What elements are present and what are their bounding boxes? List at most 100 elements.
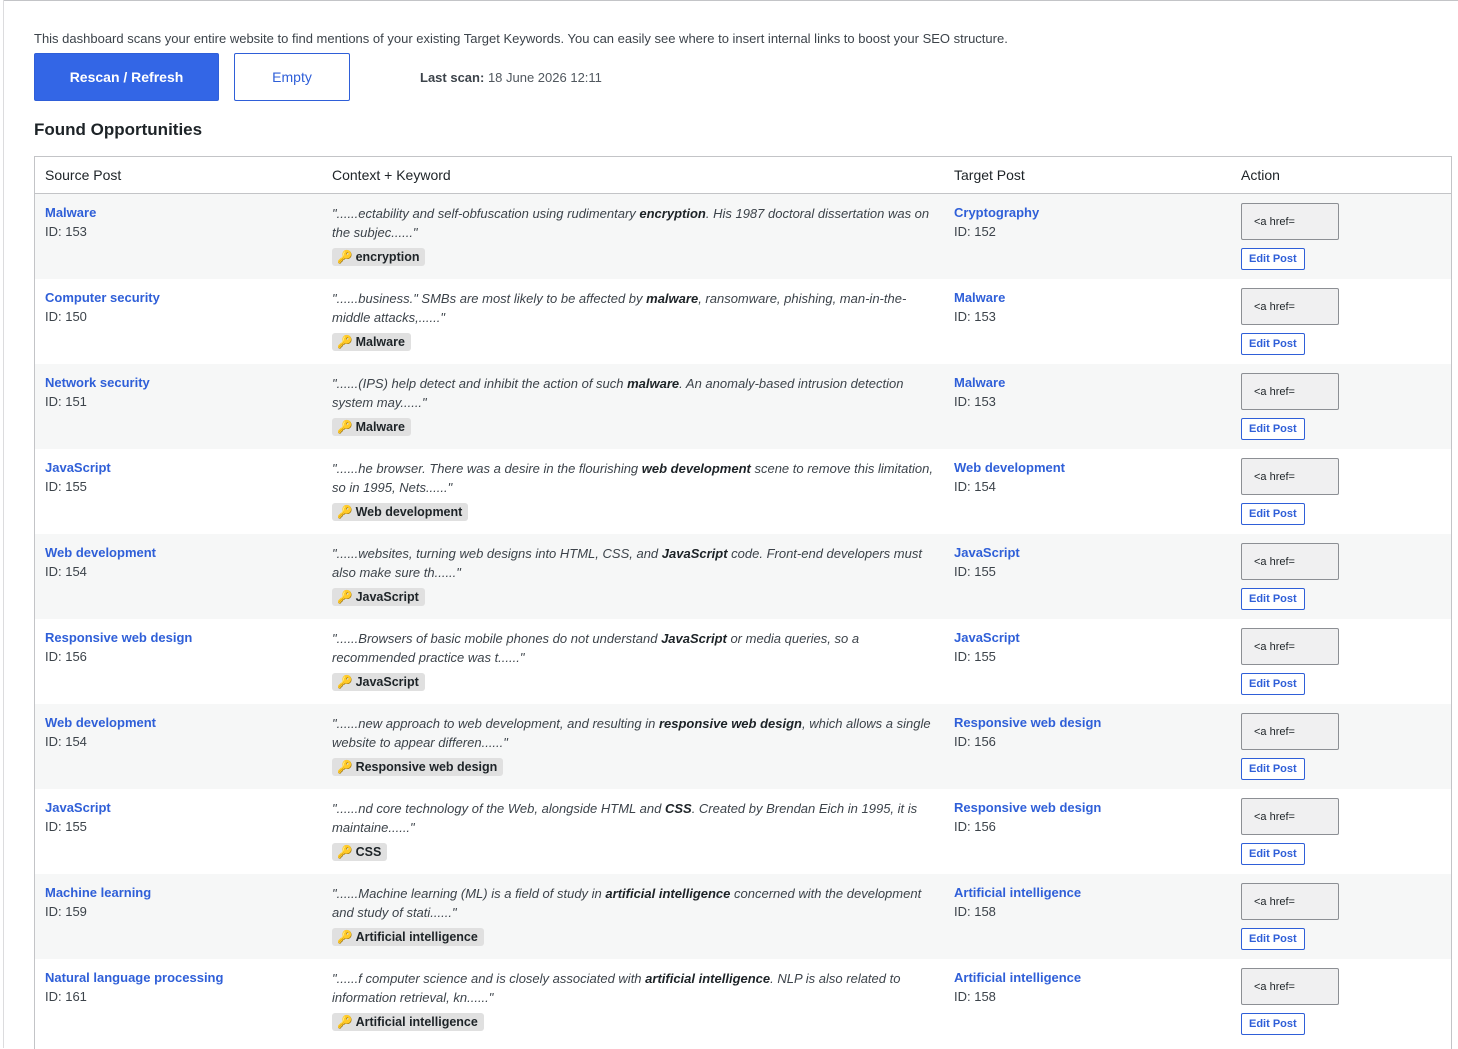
link-code-field[interactable]: <a href= xyxy=(1241,968,1339,1005)
context-before: "......websites, turning web designs int… xyxy=(332,546,662,561)
edit-post-button[interactable]: Edit Post xyxy=(1241,333,1305,355)
header-target-post: Target Post xyxy=(944,157,1231,194)
target-post-id: ID: 156 xyxy=(954,734,996,749)
context-keyword-cell: "......(IPS) help detect and inhibit the… xyxy=(322,364,944,449)
keyword-badge-label: CSS xyxy=(355,845,382,859)
link-code-field[interactable]: <a href= xyxy=(1241,883,1339,920)
target-post-cell: Responsive web design ID: 156 xyxy=(944,789,1231,874)
target-post-link[interactable]: Artificial intelligence xyxy=(954,884,1221,902)
link-code-field[interactable]: <a href= xyxy=(1241,203,1339,240)
context-keyword: malware xyxy=(627,376,680,391)
source-post-link[interactable]: Web development xyxy=(45,544,312,562)
context-keyword-cell: "......f computer science and is closely… xyxy=(322,959,944,1044)
context-snippet: "......business." SMBs are most likely t… xyxy=(332,289,934,327)
keyword-badge-label: Artificial intelligence xyxy=(355,930,478,944)
context-keyword-cell: "......Browsers of basic mobile phones d… xyxy=(322,619,944,704)
context-snippet: "......(IPS) help detect and inhibit the… xyxy=(332,374,934,412)
source-post-link[interactable]: Responsive web design xyxy=(45,629,312,647)
section-title: Found Opportunities xyxy=(34,120,203,139)
target-post-link[interactable]: Web development xyxy=(954,459,1221,477)
source-post-link[interactable]: JavaScript xyxy=(45,459,312,477)
action-cell: <a href= Edit Post xyxy=(1231,704,1451,789)
source-post-id: ID: 161 xyxy=(45,989,87,1004)
keyword-badge-label: Responsive web design xyxy=(355,760,498,774)
edit-post-button[interactable]: Edit Post xyxy=(1241,418,1305,440)
action-cell: <a href= Edit Post xyxy=(1231,874,1451,959)
context-before: "......he browser. There was a desire in… xyxy=(332,461,642,476)
table-row: Machine learning ID: 159 "......Machine le… xyxy=(35,874,1451,959)
target-post-id: ID: 155 xyxy=(954,649,996,664)
link-code-field[interactable]: <a href= xyxy=(1241,798,1339,835)
keyword-badge: 🔑 Artificial intelligence xyxy=(332,1013,484,1031)
source-post-id: ID: 150 xyxy=(45,309,87,324)
edit-post-button[interactable]: Edit Post xyxy=(1241,1013,1305,1035)
keyword-badge-label: Web development xyxy=(355,505,463,519)
edit-post-button[interactable]: Edit Post xyxy=(1241,248,1305,270)
table-row: Responsive web design ID: 156 "......Brows… xyxy=(35,619,1451,704)
keyword-badge: 🔑 Malware xyxy=(332,333,411,351)
context-keyword-cell: "......he browser. There was a desire in… xyxy=(322,449,944,534)
source-post-link[interactable]: Network security xyxy=(45,374,312,392)
edit-post-button[interactable]: Edit Post xyxy=(1241,503,1305,525)
header-action: Action xyxy=(1231,157,1451,194)
source-post-link[interactable]: Web development xyxy=(45,714,312,732)
target-post-link[interactable]: JavaScript xyxy=(954,544,1221,562)
link-code-field[interactable]: <a href= xyxy=(1241,458,1339,495)
context-before: "......(IPS) help detect and inhibit the… xyxy=(332,376,628,391)
edit-post-button[interactable]: Edit Post xyxy=(1241,673,1305,695)
page-left-border xyxy=(3,0,4,1048)
edit-post-button[interactable]: Edit Post xyxy=(1241,928,1305,950)
keyword-badge-label: Malware xyxy=(355,420,405,434)
context-keyword-cell: "......business." SMBs are most likely t… xyxy=(322,279,944,364)
source-post-link[interactable]: Natural language processing xyxy=(45,969,312,987)
key-icon: 🔑 xyxy=(337,675,353,689)
link-code-field[interactable]: <a href= xyxy=(1241,373,1339,410)
edit-post-button[interactable]: Edit Post xyxy=(1241,758,1305,780)
context-keyword-cell: "......ectability and self-obfuscation u… xyxy=(322,194,944,280)
context-keyword: CSS xyxy=(664,801,692,816)
edit-post-button[interactable]: Edit Post xyxy=(1241,588,1305,610)
key-icon: 🔑 xyxy=(337,1015,353,1029)
target-post-link[interactable]: Artificial intelligence xyxy=(954,969,1221,987)
source-post-cell: Malware ID: 153 xyxy=(35,194,322,280)
target-post-id: ID: 158 xyxy=(954,904,996,919)
target-post-link[interactable]: Malware xyxy=(954,374,1221,392)
header-context-keyword: Context + Keyword xyxy=(322,157,944,194)
source-post-link[interactable]: JavaScript xyxy=(45,799,312,817)
source-post-link[interactable]: Machine learning xyxy=(45,884,312,902)
edit-post-button[interactable]: Edit Post xyxy=(1241,843,1305,865)
link-code-field[interactable]: <a href= xyxy=(1241,288,1339,325)
target-post-id: ID: 152 xyxy=(954,224,996,239)
target-post-id: ID: 153 xyxy=(954,394,996,409)
action-cell: <a href= Edit Post xyxy=(1231,449,1451,534)
target-post-link[interactable]: JavaScript xyxy=(954,629,1221,647)
target-post-link[interactable]: Responsive web design xyxy=(954,799,1221,817)
last-scan-value: 18 June 2026 12:11 xyxy=(487,70,602,85)
target-post-link[interactable]: Responsive web design xyxy=(954,714,1221,732)
link-code-field[interactable]: <a href= xyxy=(1241,628,1339,665)
key-icon: 🔑 xyxy=(337,335,353,349)
context-before: "......nd core technology of the Web, al… xyxy=(332,801,665,816)
source-post-cell: Web development ID: 154 xyxy=(35,704,322,789)
link-code-field[interactable]: <a href= xyxy=(1241,543,1339,580)
context-before: "......Machine learning (ML) is a field … xyxy=(332,886,606,901)
action-cell: <a href= Edit Post xyxy=(1231,789,1451,874)
source-post-cell: JavaScript ID: 155 xyxy=(35,449,322,534)
source-post-link[interactable]: Malware xyxy=(45,204,312,222)
link-code-field[interactable]: <a href= xyxy=(1241,713,1339,750)
target-post-link[interactable]: Cryptography xyxy=(954,204,1221,222)
target-post-cell: JavaScript ID: 155 xyxy=(944,534,1231,619)
source-post-link[interactable]: Computer security xyxy=(45,289,312,307)
source-post-cell: Network security ID: 151 xyxy=(35,364,322,449)
source-post-cell: JavaScript ID: 155 xyxy=(35,789,322,874)
context-keyword: responsive web design xyxy=(658,716,802,731)
table-row: JavaScript ID: 155 "......nd core technolo… xyxy=(35,789,1451,874)
empty-button[interactable]: Empty xyxy=(234,53,350,101)
target-post-link[interactable]: Malware xyxy=(954,289,1221,307)
keyword-badge: 🔑 JavaScript xyxy=(332,588,425,606)
target-post-cell: Malware ID: 153 xyxy=(944,279,1231,364)
header-source-post: Source Post xyxy=(35,157,322,194)
target-post-cell: Malware ID: 153 xyxy=(944,364,1231,449)
target-post-cell: JavaScript ID: 155 xyxy=(944,619,1231,704)
rescan-refresh-button[interactable]: Rescan / Refresh xyxy=(34,53,219,101)
